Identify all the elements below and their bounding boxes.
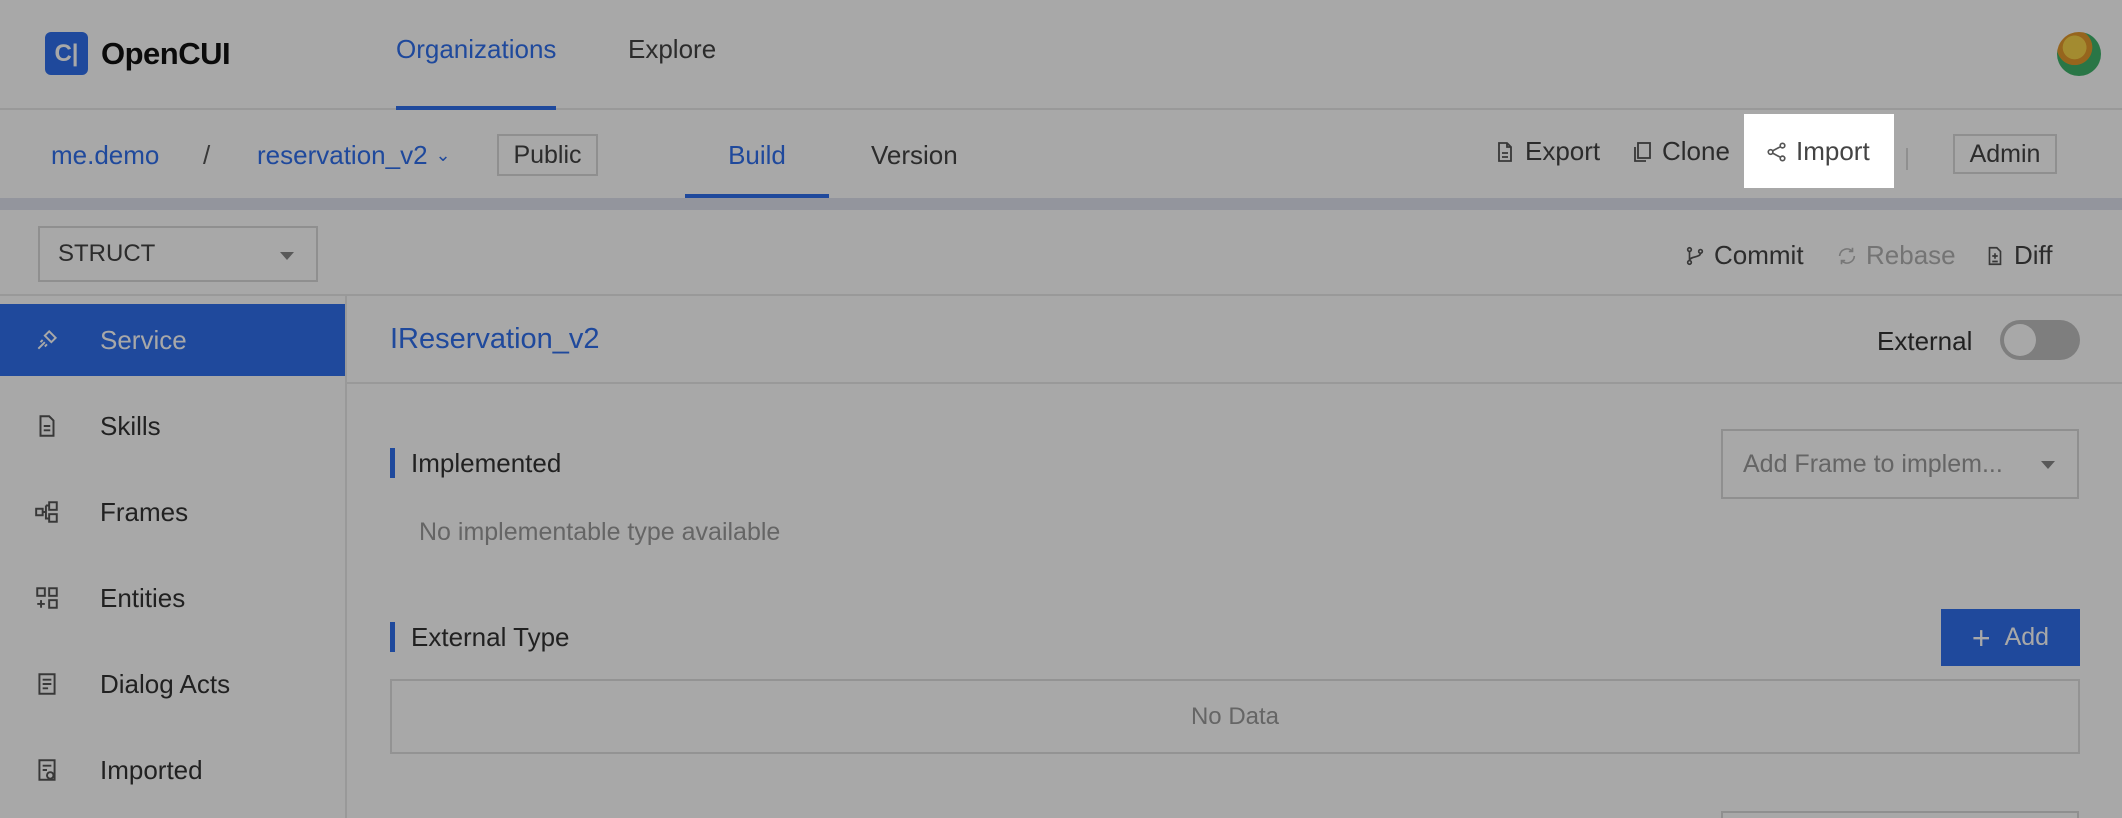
opencui-logo-icon: C| xyxy=(45,32,88,75)
export-icon xyxy=(1498,141,1512,162)
sync-icon xyxy=(1838,247,1856,264)
header-divider xyxy=(0,198,2122,210)
document-icon xyxy=(32,411,62,441)
admin-button[interactable]: Admin xyxy=(1953,134,2057,174)
app-name: OpenCUI xyxy=(101,35,231,71)
no-data-text: No Data xyxy=(1190,702,1280,730)
next-select-edge xyxy=(1721,811,2079,818)
external-label: External xyxy=(1877,326,1973,356)
toggle-knob xyxy=(2004,324,2036,356)
implemented-empty-text: No implementable type available xyxy=(419,518,781,546)
sidebar-item-label: Skills xyxy=(100,410,161,441)
tab-build[interactable]: Build xyxy=(685,140,829,198)
toolbar: STRUCT Commit Rebase Diff xyxy=(0,210,2122,296)
project-name: reservation_v2 xyxy=(257,140,428,170)
commit-label: Commit xyxy=(1714,240,1804,270)
sidebar-item-imported[interactable]: Imported xyxy=(0,734,345,806)
sidebar-item-dialog-acts[interactable]: Dialog Acts xyxy=(0,648,345,720)
sidebar-item-label: Entities xyxy=(100,582,186,613)
sidebar-item-label: Dialog Acts xyxy=(100,668,231,699)
sidebar-item-label: Frames xyxy=(100,496,189,527)
sidebar-item-frames[interactable]: Frames xyxy=(0,476,345,548)
type-select[interactable]: STRUCT xyxy=(38,226,318,282)
caret-down-icon xyxy=(2041,461,2055,469)
plus-icon: + xyxy=(1971,619,1991,656)
clone-button[interactable]: Clone xyxy=(1630,136,1730,167)
branch-icon xyxy=(1686,246,1704,265)
user-avatar[interactable] xyxy=(2057,32,2101,76)
rebase-label: Rebase xyxy=(1866,240,1956,270)
tab-organizations[interactable]: Organizations xyxy=(396,34,557,110)
divider xyxy=(1906,148,1908,170)
type-select-value: STRUCT xyxy=(58,240,156,267)
share-icon xyxy=(1767,141,1786,162)
import-button[interactable]: Import xyxy=(1766,136,1870,167)
export-label: Export xyxy=(1525,136,1601,166)
tab-version[interactable]: Version xyxy=(871,140,958,198)
section-title-implemented: Implemented xyxy=(390,448,561,478)
page-title: IReservation_v2 xyxy=(390,323,600,355)
add-frame-select[interactable]: Add Frame to implem... xyxy=(1721,429,2079,499)
caret-down-icon xyxy=(280,252,294,260)
breadcrumb-org[interactable]: me.demo xyxy=(51,140,159,171)
clone-icon xyxy=(1634,141,1651,162)
section-title-external-type: External Type xyxy=(390,622,570,652)
rebase-button[interactable]: Rebase xyxy=(1836,240,1956,271)
external-type-table: No Data xyxy=(390,679,2080,754)
breadcrumb-separator: / xyxy=(203,140,211,170)
main-content: IReservation_v2 External Implemented Add… xyxy=(347,296,2122,818)
entities-icon xyxy=(32,583,62,613)
sidebar-item-label: Imported xyxy=(100,754,203,785)
add-label: Add xyxy=(2004,623,2050,651)
sidebar-item-entities[interactable]: Entities xyxy=(0,562,345,634)
sidebar: Service Skills Frames Entities Dialog Ac… xyxy=(0,296,347,818)
sidebar-item-skills[interactable]: Skills xyxy=(0,390,345,462)
external-toggle[interactable] xyxy=(2000,320,2080,360)
add-frame-placeholder: Add Frame to implem... xyxy=(1743,449,2003,478)
export-button[interactable]: Export xyxy=(1493,136,1600,167)
top-header: C| OpenCUI Organizations Explore xyxy=(0,0,2122,110)
plug-icon xyxy=(32,325,62,355)
app-logo[interactable]: C| OpenCUI xyxy=(45,32,231,75)
commit-button[interactable]: Commit xyxy=(1684,240,1804,271)
sidebar-item-service[interactable]: Service xyxy=(0,304,345,376)
breadcrumb-project[interactable]: reservation_v2 ⌄ xyxy=(257,140,451,171)
import-label: Import xyxy=(1796,136,1870,166)
service-header: IReservation_v2 External xyxy=(347,296,2122,384)
dialog-acts-icon xyxy=(32,669,62,699)
sidebar-item-label: Service xyxy=(100,324,187,355)
visibility-badge: Public xyxy=(497,134,598,176)
imported-icon xyxy=(32,755,62,785)
add-button[interactable]: + Add xyxy=(1941,609,2080,666)
chevron-down-icon: ⌄ xyxy=(435,145,451,165)
frames-icon xyxy=(32,497,62,527)
clone-label: Clone xyxy=(1662,136,1730,166)
diff-button[interactable]: Diff xyxy=(1984,240,2053,271)
diff-icon xyxy=(1988,246,2002,265)
tab-explore[interactable]: Explore xyxy=(628,34,716,110)
diff-label: Diff xyxy=(2014,240,2053,270)
